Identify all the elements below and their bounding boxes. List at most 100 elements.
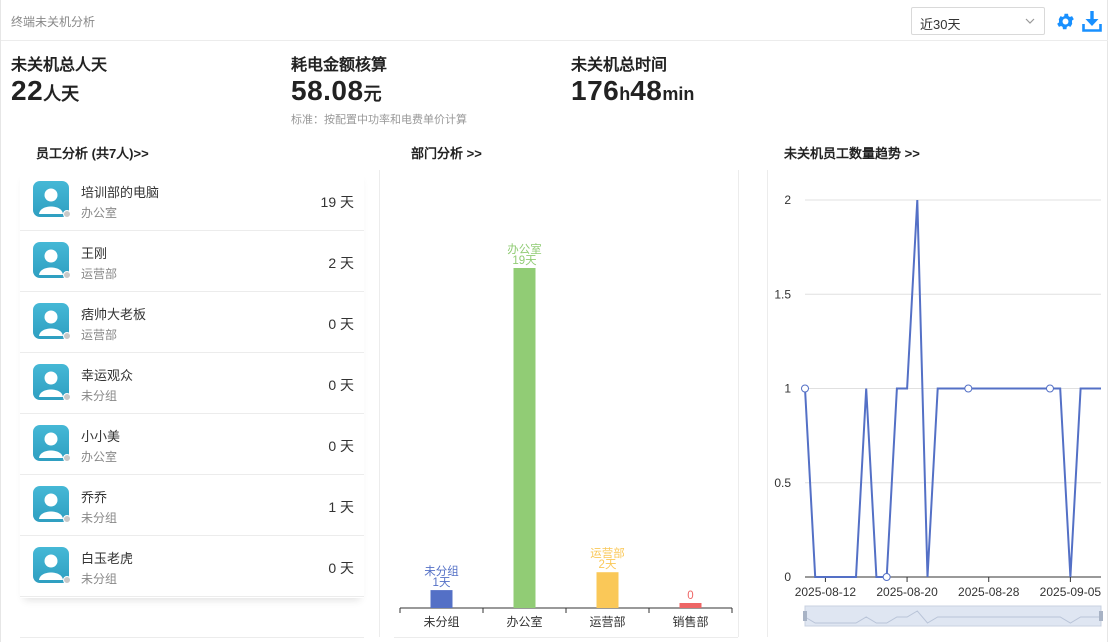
stat-hours: 176 (571, 75, 620, 106)
gear-icon[interactable] (1055, 11, 1076, 32)
stat-hours-unit: h (619, 84, 631, 104)
status-dot (63, 271, 71, 279)
zoom-handle-right[interactable] (1099, 611, 1103, 621)
bar (430, 590, 453, 608)
stat-note: 标准：按配置中功率和电费单价计算 (291, 114, 467, 126)
x-tick-label: 2025-09-05 (1040, 585, 1102, 599)
dept-analysis-link[interactable]: 部门分析 >> (411, 143, 482, 162)
stat-unit: 元 (363, 84, 382, 104)
bar-data-label: 运营部 (590, 546, 625, 560)
y-tick-label: 1.5 (774, 287, 791, 301)
stat-value: 58.08元 (291, 76, 467, 111)
x-tick-label: 未分组 (423, 615, 459, 629)
data-point (801, 384, 809, 393)
employee-dept: 运营部 (81, 328, 118, 342)
header-bar: 终端未关机分析 近30天 (1, 0, 1108, 41)
status-dot (63, 515, 71, 523)
employee-row[interactable]: 王刚运营部 2 天 (20, 231, 364, 292)
trend-line-chart: 0 0.5 1 1.5 2 2025-08-12 2025-08-20 2025-08-28 2… (774, 193, 1103, 627)
employee-days: 19 天 (320, 194, 354, 210)
divider (379, 170, 380, 637)
stat-value: 22人天 (11, 76, 107, 111)
dept-bar-chart: 未分组1天未分组办公室19天办公室运营部2天运营部0销售部 (399, 242, 733, 629)
bar-data-label: 未分组 (424, 564, 459, 578)
stat-total-time: 未关机总时间 176h48min (571, 51, 694, 111)
divider (394, 637, 738, 638)
page: 终端未关机分析 近30天 未关机总人天 22人天 耗电金额核算 58.08元 标… (0, 0, 1108, 642)
stat-total-days: 未关机总人天 22人天 (11, 51, 107, 111)
bar-data-label: 办公室 (507, 242, 542, 256)
bar (513, 268, 536, 608)
status-dot (63, 393, 71, 401)
employee-dept: 未分组 (81, 389, 118, 403)
employee-dept: 运营部 (81, 267, 118, 281)
employee-dept: 办公室 (81, 450, 118, 464)
employee-days: 0 天 (328, 560, 354, 576)
employee-name: 痞帅大老板 (81, 307, 147, 322)
employee-name: 乔乔 (81, 490, 108, 505)
zoom-handle-left[interactable] (803, 611, 807, 621)
employee-days: 2 天 (328, 255, 354, 271)
stat-minutes: 48 (630, 75, 663, 106)
trend-analysis-link[interactable]: 未关机员工数量趋势 >> (784, 143, 920, 162)
bar-data-label: 1天 (433, 577, 451, 589)
employee-list: 培训部的电脑 办公室 19 天王刚 运营部 2 天痞帅大老板 运营部 0 天幸运观众 未分组 0… (20, 170, 364, 598)
divider (20, 637, 364, 638)
bar-data-label: 2天 (599, 559, 617, 571)
x-tick-label: 2025-08-28 (958, 585, 1020, 599)
date-range-value: 近30天 (920, 17, 961, 32)
employee-name: 小小美 (81, 429, 121, 444)
bar (596, 572, 619, 608)
employee-row[interactable]: 培训部的电脑 办公室 19 天 (20, 170, 364, 231)
y-tick-label: 0.5 (774, 476, 791, 490)
employee-row[interactable]: 幸运观众未分组 0 天 (20, 353, 364, 414)
x-tick-label: 2025-08-12 (795, 585, 857, 599)
stat-minutes-unit: min (662, 84, 695, 104)
employee-days: 0 天 (328, 316, 354, 332)
stat-label: 未关机总时间 (571, 57, 668, 74)
bar-data-label: 0 (687, 590, 693, 602)
bar-data-label: 19天 (512, 255, 537, 267)
employee-days: 0 天 (328, 377, 354, 393)
stat-value: 176h48min (571, 76, 694, 111)
stat-label: 未关机总人天 (11, 57, 108, 74)
stat-unit: 人天 (43, 84, 80, 104)
data-point (964, 384, 973, 393)
x-tick-label: 办公室 (506, 614, 542, 629)
status-dot (63, 454, 71, 462)
x-tick-label: 销售部 (672, 614, 708, 629)
employee-row[interactable]: 乔乔未分组 1 天 (20, 475, 364, 536)
status-dot (63, 576, 71, 584)
stat-power-cost: 耗电金额核算 58.08元 标准：按配置中功率和电费单价计算 (291, 51, 467, 127)
y-tick-label: 1 (784, 382, 791, 396)
employee-row[interactable]: 白玉老虎未分组 0 天 (20, 536, 364, 597)
employee-name: 王刚 (81, 246, 108, 261)
chevron-down-icon (1025, 18, 1035, 24)
employee-row[interactable]: 痞帅大老板运营部 0 天 (20, 292, 364, 353)
employee-days: 1 天 (328, 499, 354, 515)
status-dot (63, 332, 71, 340)
stat-number: 58.08 (291, 75, 364, 106)
x-tick-label: 2025-08-20 (876, 585, 938, 599)
employee-name: 培训部的电脑 (81, 185, 160, 200)
employee-dept: 办公室 (81, 206, 118, 220)
page-title: 终端未关机分析 (11, 15, 96, 29)
employee-row[interactable]: 小小美办公室 0 天 (20, 414, 364, 475)
download-icon[interactable] (1082, 10, 1102, 32)
y-tick-label: 2 (784, 193, 791, 207)
y-tick-label: 0 (784, 570, 791, 584)
data-point (1045, 384, 1054, 393)
employee-analysis-link[interactable]: 员工分析 (共7人)>> (36, 143, 149, 162)
stat-number: 22 (11, 75, 44, 106)
stat-label: 耗电金额核算 (291, 57, 388, 74)
employee-name: 白玉老虎 (81, 551, 134, 566)
x-tick-label: 运营部 (589, 614, 625, 629)
date-range-select[interactable]: 近30天 (911, 7, 1045, 35)
employee-dept: 未分组 (81, 511, 118, 525)
employee-days: 0 天 (328, 438, 354, 454)
data-point (882, 573, 891, 581)
status-dot (63, 210, 71, 218)
employee-dept: 未分组 (81, 572, 118, 586)
employee-name: 幸运观众 (81, 368, 134, 383)
bar (679, 603, 702, 608)
